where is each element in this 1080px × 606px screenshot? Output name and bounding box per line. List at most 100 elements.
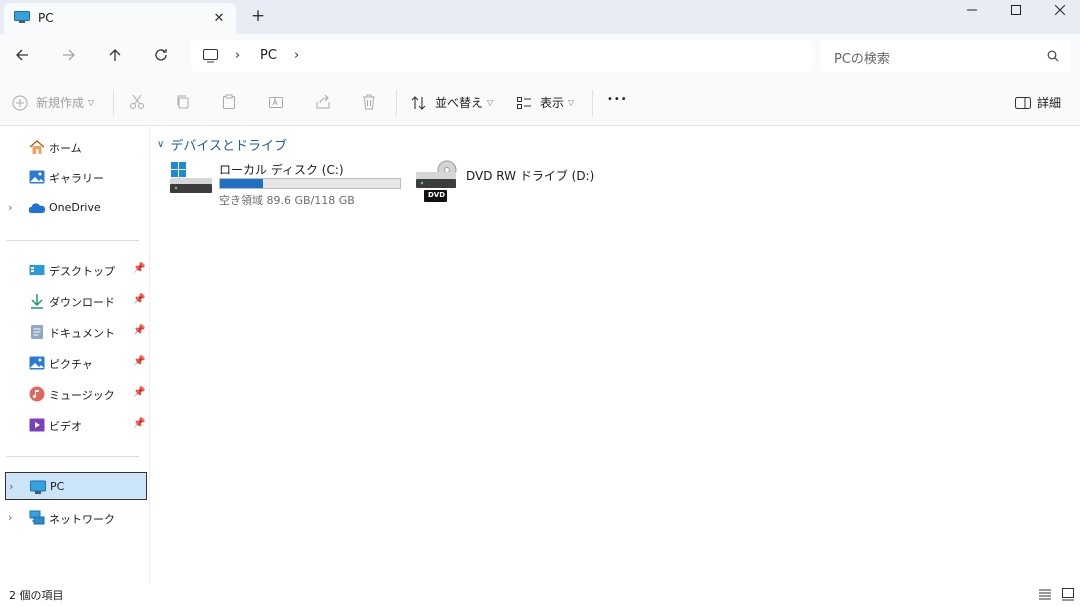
breadcrumb-separator[interactable]: ›	[235, 48, 240, 63]
sidebar-item-label: ダウンロード	[49, 296, 115, 309]
minimize-icon	[967, 9, 977, 11]
search-icon	[1047, 50, 1059, 62]
more-options-button[interactable]: •••	[607, 94, 628, 105]
divider	[396, 90, 397, 116]
divider	[6, 456, 139, 457]
drive-name: ローカル ディスク (C:)	[219, 163, 344, 177]
pin-icon[interactable]: 📌	[133, 418, 145, 429]
sidebar-item-label: ドキュメント	[49, 327, 115, 340]
close-window-button[interactable]	[1038, 0, 1080, 20]
group-title: デバイスとドライブ	[170, 139, 287, 154]
new-button[interactable]: 新規作成 ▽	[12, 94, 94, 111]
chevron-down-icon: ▽	[88, 98, 95, 107]
chevron-right-icon[interactable]: ›	[9, 480, 13, 493]
drive-name: DVD RW ドライブ (D:)	[466, 169, 595, 183]
close-icon	[1055, 5, 1065, 15]
sidebar-item-label: ミュージック	[49, 389, 115, 402]
item-count: 2 個の項目	[9, 589, 64, 602]
drive-item-c[interactable]: ローカル ディスク (C:) 空き領域 89.6 GB/118 GB	[169, 160, 409, 207]
new-label: 新規作成	[36, 96, 85, 110]
video-icon	[29, 418, 45, 432]
plus-circle-icon	[12, 95, 28, 110]
home-icon	[29, 140, 45, 154]
content-pane: ∨ デバイスとドライブ ローカル ディスク (C:) 空き領域 89.6 GB/…	[151, 126, 1080, 584]
maximize-button[interactable]	[994, 0, 1038, 20]
storage-usage-bar	[219, 178, 401, 189]
sidebar-item-label: PC	[50, 480, 65, 493]
cut-button[interactable]	[129, 94, 145, 110]
breadcrumb-separator[interactable]: ›	[294, 48, 299, 63]
music-icon	[29, 386, 45, 402]
windows-drive-icon	[170, 162, 212, 193]
pin-icon[interactable]: 📌	[133, 356, 145, 367]
chevron-down-icon: ▽	[568, 98, 575, 107]
tab-title: PC	[38, 11, 54, 25]
details-label: 詳細	[1037, 96, 1062, 110]
pc-icon	[14, 11, 30, 23]
chevron-right-icon[interactable]: ›	[8, 511, 12, 524]
paste-button[interactable]	[221, 94, 237, 110]
sidebar-item-label: ギャラリー	[49, 172, 104, 185]
sort-icon	[411, 95, 426, 110]
drive-item-d[interactable]: DVD DVD RW ドライブ (D:)	[415, 160, 615, 206]
tab-close-button[interactable]: ✕	[209, 9, 229, 29]
sort-button[interactable]: 並べ替え ▽	[411, 94, 493, 111]
sidebar-item-videos[interactable]: ビデオ 📌	[5, 411, 147, 439]
sidebar-item-onedrive[interactable]: › OneDrive	[5, 194, 147, 222]
rename-icon	[269, 97, 283, 108]
pin-icon[interactable]: 📌	[133, 294, 145, 305]
back-button[interactable]	[10, 45, 34, 69]
sidebar-item-documents[interactable]: ドキュメント 📌	[5, 318, 147, 346]
arrow-up-icon	[109, 49, 121, 61]
refresh-button[interactable]	[149, 45, 173, 69]
sidebar-item-label: OneDrive	[49, 201, 101, 214]
monitor-icon	[203, 49, 218, 63]
details-pane-button[interactable]: 詳細	[1015, 94, 1061, 111]
divider	[113, 90, 114, 116]
pin-icon[interactable]: 📌	[133, 387, 145, 398]
sidebar-item-network[interactable]: › ネットワーク	[5, 504, 147, 532]
sidebar-item-pictures[interactable]: ピクチャ 📌	[5, 349, 147, 377]
copy-button[interactable]	[175, 94, 191, 110]
share-button[interactable]	[315, 94, 331, 110]
navigation-pane: ホーム ギャラリー › OneDrive デスクトップ 📌 ダウンロード 📌 ド…	[0, 126, 150, 584]
forward-button[interactable]	[57, 45, 81, 69]
divider	[6, 240, 139, 241]
search-box[interactable]: PCの検索	[820, 40, 1071, 72]
copy-icon	[177, 95, 189, 109]
view-button[interactable]: 表示 ▽	[516, 94, 574, 111]
rename-button[interactable]	[268, 94, 284, 110]
delete-button[interactable]	[361, 94, 377, 110]
sidebar-item-desktop[interactable]: デスクトップ 📌	[5, 256, 147, 284]
pc-icon	[30, 480, 46, 494]
sidebar-item-downloads[interactable]: ダウンロード 📌	[5, 287, 147, 315]
document-icon	[31, 325, 43, 339]
address-bar[interactable]: › PC ›	[191, 40, 813, 72]
details-view-icon[interactable]	[1038, 587, 1052, 601]
group-header-devices[interactable]: ∨ デバイスとドライブ	[157, 135, 287, 154]
chevron-down-icon[interactable]: ∨	[157, 139, 164, 150]
sidebar-item-home[interactable]: ホーム	[5, 133, 147, 161]
chevron-right-icon[interactable]: ›	[8, 201, 12, 214]
title-bar: PC ✕ +	[0, 0, 1080, 34]
tab-pc[interactable]: PC ✕	[4, 3, 236, 34]
network-icon	[29, 510, 45, 525]
view-label: 表示	[540, 96, 565, 110]
pin-icon[interactable]: 📌	[133, 263, 145, 274]
breadcrumb-pc[interactable]: PC	[260, 48, 277, 63]
large-icons-view-icon[interactable]	[1061, 587, 1075, 601]
sidebar-item-music[interactable]: ミュージック 📌	[5, 380, 147, 408]
details-pane-icon	[1015, 96, 1031, 109]
download-icon	[31, 294, 43, 309]
sidebar-item-gallery[interactable]: ギャラリー	[5, 163, 147, 191]
up-button[interactable]	[103, 45, 127, 69]
navigation-bar: › PC › PCの検索	[0, 34, 1080, 80]
pin-icon[interactable]: 📌	[133, 325, 145, 336]
arrow-right-icon	[63, 49, 75, 61]
sidebar-item-label: ネットワーク	[49, 513, 115, 526]
maximize-icon	[1011, 5, 1021, 15]
search-input[interactable]: PCの検索	[834, 48, 890, 67]
minimize-button[interactable]	[950, 0, 994, 20]
sidebar-item-pc[interactable]: › PC	[5, 472, 147, 500]
new-tab-button[interactable]: +	[248, 6, 268, 26]
